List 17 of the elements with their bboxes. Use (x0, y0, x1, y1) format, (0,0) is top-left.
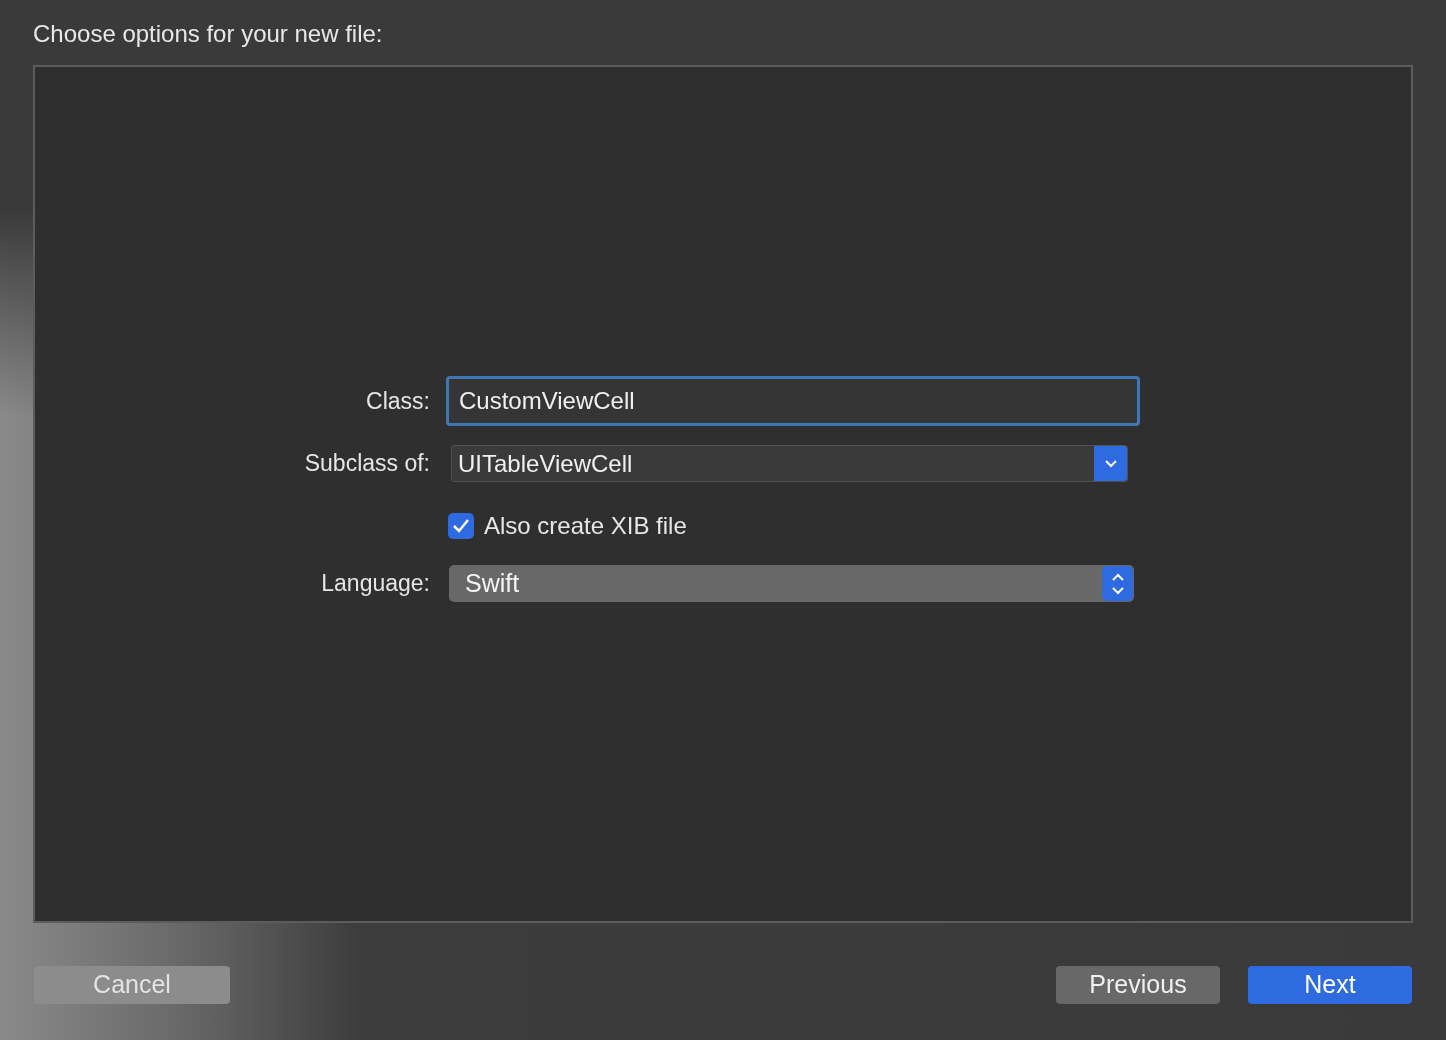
dropdown-button[interactable] (1094, 446, 1127, 481)
stepper-button[interactable] (1102, 566, 1133, 601)
dialog-button[interactable]: Next (1248, 966, 1412, 1004)
language-label: Language: (320, 569, 430, 599)
up-down-arrows-icon (1110, 571, 1125, 596)
subclass-label: Subclass of: (303, 449, 430, 479)
class-label: Class: (365, 386, 430, 416)
xib-label: Also create XIB file (484, 510, 687, 541)
checkmark-icon (452, 517, 470, 534)
class-field[interactable]: CustomViewCell (446, 376, 1140, 426)
subclass-combo-box[interactable]: UITableViewCell (451, 445, 1128, 482)
xib-checkbox[interactable] (448, 512, 474, 539)
dialog-title: Choose options for your new file: (33, 20, 383, 47)
dialog-button[interactable]: Cancel (34, 966, 230, 1004)
language-popup[interactable]: Swift (449, 565, 1134, 602)
chevron-down-icon (1103, 459, 1118, 468)
dialog-button[interactable]: Previous (1056, 966, 1220, 1004)
